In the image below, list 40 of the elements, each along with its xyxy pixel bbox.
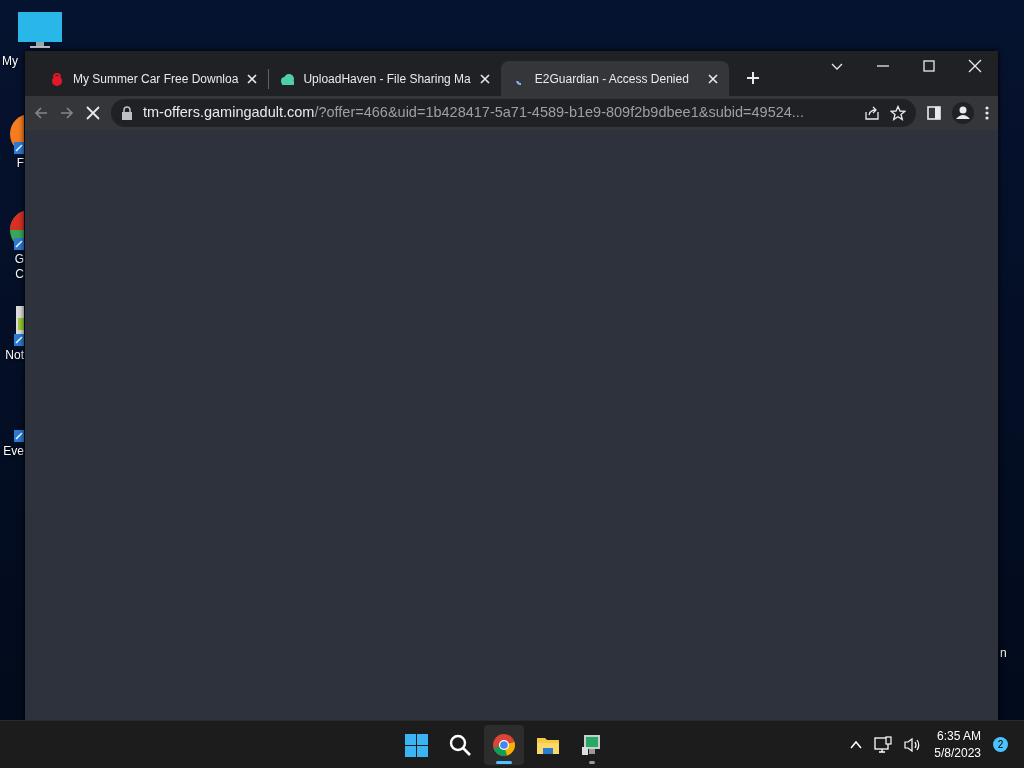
clock-date: 5/8/2023 bbox=[934, 744, 981, 762]
close-icon[interactable] bbox=[968, 59, 982, 73]
forward-icon[interactable] bbox=[59, 105, 75, 121]
close-icon[interactable] bbox=[478, 72, 491, 85]
back-icon[interactable] bbox=[33, 105, 49, 121]
start-icon bbox=[404, 732, 428, 757]
lock-icon bbox=[121, 106, 133, 120]
maximize-icon[interactable] bbox=[922, 59, 936, 73]
icon-label: Not bbox=[5, 348, 24, 363]
icon-label: Eve bbox=[3, 444, 24, 459]
star-icon[interactable] bbox=[890, 105, 906, 121]
share-icon[interactable] bbox=[864, 105, 880, 121]
icon-label: G bbox=[14, 252, 24, 267]
browser-icon bbox=[492, 732, 516, 757]
browser-tab[interactable]: UploadHaven - File Sharing Ma bbox=[269, 61, 501, 96]
network-icon[interactable] bbox=[874, 735, 893, 754]
monitor-icon[interactable] bbox=[16, 10, 64, 48]
close-icon[interactable] bbox=[246, 72, 259, 85]
new-tab-icon[interactable] bbox=[744, 70, 761, 86]
profile-icon[interactable] bbox=[952, 102, 974, 124]
icon-label: My bbox=[2, 54, 18, 69]
chevron-up-icon[interactable] bbox=[850, 738, 863, 751]
icon-label: C bbox=[15, 267, 24, 282]
side-panel-icon[interactable] bbox=[926, 105, 942, 121]
clock-time: 6:35 AM bbox=[935, 727, 981, 745]
browser-tab[interactable]: My Summer Car Free Downloa bbox=[39, 61, 269, 96]
icon-label: n bbox=[1000, 646, 1007, 661]
close-icon[interactable] bbox=[706, 72, 719, 85]
loading-spinner-icon bbox=[515, 80, 522, 85]
address-bar[interactable]: tm-offers.gamingadult.com/?offer=466&uid=1b428417-5a71-4589-b1e9-809f2b9dbee1&subid=49524... bbox=[111, 99, 916, 127]
clock[interactable]: 6:35 AM 5/8/2023 bbox=[934, 727, 981, 762]
icon-label: F bbox=[16, 156, 24, 171]
more-menu-icon[interactable] bbox=[984, 105, 990, 121]
stop-icon[interactable] bbox=[85, 105, 101, 121]
browser-tab[interactable]: E2Guardian - Access Denied bbox=[500, 61, 729, 96]
lock-icon bbox=[49, 70, 65, 87]
search-icon bbox=[448, 732, 472, 757]
url-text: tm-offers.gamingadult.com/?offer=466&uid=1b428417-5a71-4589-b1e9-809f2b9dbee1&subid=49524... bbox=[143, 103, 804, 123]
notification-badge[interactable]: 2 bbox=[993, 737, 1008, 752]
taskbar-app[interactable] bbox=[484, 724, 524, 765]
